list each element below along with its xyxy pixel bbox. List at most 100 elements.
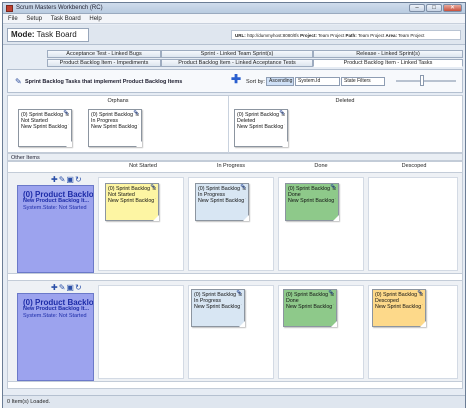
url-value: http://dummyhost:8080/tfs	[247, 33, 299, 38]
card-name: New Sprint Backlog Task	[286, 304, 334, 310]
add-task-icon[interactable]: ✚	[51, 175, 59, 184]
orphan-card-3[interactable]: (0) Sprint Backlog Task Deleted New Spri…	[234, 109, 288, 147]
card-name: New Sprint Backlog Task	[21, 124, 69, 130]
card-edit-icon[interactable]: ✎	[133, 110, 139, 117]
status-text: 0 Item(s) Loaded.	[7, 399, 51, 405]
card-name: New Sprint Backlog Task	[198, 198, 246, 204]
menu-bar: File Setup Task Board Help	[3, 14, 465, 24]
column-header-not-started: Not Started	[129, 163, 157, 169]
pbi-state: System.State: Not Started	[23, 313, 87, 319]
card-edit-icon[interactable]: ✎	[330, 184, 336, 191]
path-label: Path:	[345, 33, 357, 38]
pbi-actions: ✚✎▣↻	[51, 283, 83, 292]
card-name: New Sprint Backlog Task	[108, 198, 156, 204]
sort-label: Sort by:	[246, 79, 265, 85]
card-name: New Sprint Backlog Task	[237, 124, 285, 130]
close-button[interactable]: ✕	[443, 4, 462, 12]
card-edit-icon[interactable]: ✎	[63, 110, 69, 117]
tab-sprint-linked-team-sprints[interactable]: Sprint - Linked Team Sprint(s)	[161, 50, 313, 58]
orphan-divider	[228, 96, 229, 154]
url-label: URL:	[235, 33, 246, 38]
area-label: Area:	[385, 33, 397, 38]
zoom-slider-track[interactable]	[396, 80, 456, 82]
task-card[interactable]: (0) Sprint Backlog Task Done New Sprint …	[285, 183, 339, 221]
pbi-subtitle: New Product Backlog It...	[23, 306, 90, 312]
tab-acceptance-test-linked-bugs[interactable]: Acceptance Test - Linked Bugs	[47, 50, 161, 58]
cell-descoped	[368, 177, 458, 271]
column-header-descoped: Descoped	[401, 163, 427, 169]
orphan-card-2[interactable]: (0) Sprint Backlog Task In Progress New …	[88, 109, 142, 147]
refresh-icon[interactable]: ↻	[75, 283, 83, 292]
mode-value: Task Board	[36, 30, 77, 39]
tab-pbi-linked-acceptance-tests[interactable]: Product Backlog Item - Linked Acceptance…	[161, 59, 313, 67]
card-fold	[66, 141, 72, 147]
edit-pencil-icon[interactable]: ✎	[15, 77, 22, 86]
card-fold	[420, 321, 426, 327]
card-name: New Sprint Backlog Task	[91, 124, 139, 130]
details-icon[interactable]: ▣	[66, 175, 75, 184]
task-card[interactable]: (0) Sprint Backlog Task Descoped New Spr…	[372, 289, 426, 327]
add-task-icon[interactable]: ✚	[51, 283, 59, 292]
card-fold	[333, 215, 339, 221]
mode-indicator: Mode: Task Board	[7, 28, 89, 42]
project-value: Team Project	[318, 33, 345, 38]
mode-label: Mode:	[11, 30, 35, 39]
app-icon	[6, 5, 13, 12]
card-name: New Sprint Backlog Task	[288, 198, 336, 204]
tab-pbi-linked-tasks[interactable]: Product Backlog Item - Linked Tasks	[313, 59, 463, 67]
card-fold	[239, 321, 245, 327]
card-fold	[153, 215, 159, 221]
project-label: Project:	[300, 33, 317, 38]
menu-file[interactable]: File	[8, 14, 18, 24]
card-edit-icon[interactable]: ✎	[236, 290, 242, 297]
card-edit-icon[interactable]: ✎	[417, 290, 423, 297]
menu-help[interactable]: Help	[89, 14, 101, 24]
pbi-card-2[interactable]: (0) Product Backlog New Product Backlog …	[17, 293, 94, 381]
task-card[interactable]: (0) Sprint Backlog Task Not Started New …	[105, 183, 159, 221]
orphans-panel: Orphans Deleted (0) Sprint Backlog Task …	[7, 95, 463, 154]
sort-field-dropdown[interactable]: System.Id	[295, 77, 340, 86]
card-fold	[282, 141, 288, 147]
path-value: Team Project	[357, 33, 385, 38]
pbi-actions: ✚✎▣↻	[51, 175, 83, 184]
swimlane-1: ✚✎▣↻ (0) Product Backlog New Product Bac…	[8, 172, 462, 274]
view-tabs: Acceptance Test - Linked Bugs Sprint - L…	[7, 47, 463, 69]
title-bar: Scrum Masters Workbench (RC) – □ ✕	[3, 3, 465, 14]
maximize-button[interactable]: □	[426, 4, 442, 12]
tab-pbi-impediments[interactable]: Product Backlog Item - Impediments	[47, 59, 161, 67]
board-title: Sprint Backlog Tasks that implement Prod…	[25, 79, 183, 85]
connection-info: URL: http://dummyhost:8080/tfs Project: …	[231, 30, 461, 40]
card-edit-icon[interactable]: ✎	[279, 110, 285, 117]
menu-setup[interactable]: Setup	[26, 14, 42, 24]
task-card[interactable]: (0) Sprint Backlog Task Done New Sprint …	[283, 289, 337, 327]
card-name: New Sprint Backlog Task	[194, 304, 242, 310]
card-name: New Sprint Backlog Task	[375, 304, 423, 310]
menu-task-board[interactable]: Task Board	[51, 14, 81, 24]
details-icon[interactable]: ▣	[66, 283, 75, 292]
swimlane-2: ✚✎▣↻ (0) Product Backlog New Product Bac…	[8, 280, 462, 382]
card-edit-icon[interactable]: ✎	[150, 184, 156, 191]
orphan-card-1[interactable]: (0) Sprint Backlog Task Not Started New …	[18, 109, 72, 147]
task-card[interactable]: (0) Sprint Backlog Task In Progress New …	[195, 183, 249, 221]
minimize-button[interactable]: –	[409, 4, 425, 12]
tab-release-linked-sprints[interactable]: Release - Linked Sprint(s)	[313, 50, 463, 58]
orphans-header: Orphans	[107, 98, 129, 104]
refresh-icon[interactable]: ↻	[75, 175, 83, 184]
state-filters-dropdown[interactable]: State Filters	[341, 77, 385, 86]
area-value: Team Project	[398, 33, 425, 38]
card-fold	[331, 321, 337, 327]
deleted-header: Deleted	[335, 98, 355, 104]
task-card[interactable]: (0) Sprint Backlog Task In Progress New …	[191, 289, 245, 327]
zoom-slider-thumb[interactable]	[420, 75, 424, 86]
add-icon[interactable]: ✚	[231, 72, 241, 86]
cell-not-started	[98, 285, 184, 379]
other-items-header[interactable]: Other Items	[7, 153, 463, 161]
card-edit-icon[interactable]: ✎	[328, 290, 334, 297]
pbi-subtitle: New Product Backlog It...	[23, 198, 90, 204]
sort-direction-dropdown[interactable]: Ascending	[266, 77, 294, 86]
column-header-in-progress: In Progress	[216, 163, 246, 169]
pbi-state: System.State: Not Started	[23, 205, 87, 211]
pbi-card-1[interactable]: (0) Product Backlog New Product Backlog …	[17, 185, 94, 273]
mode-bar: Mode: Task Board URL: http://dummyhost:8…	[3, 25, 465, 45]
card-edit-icon[interactable]: ✎	[240, 184, 246, 191]
